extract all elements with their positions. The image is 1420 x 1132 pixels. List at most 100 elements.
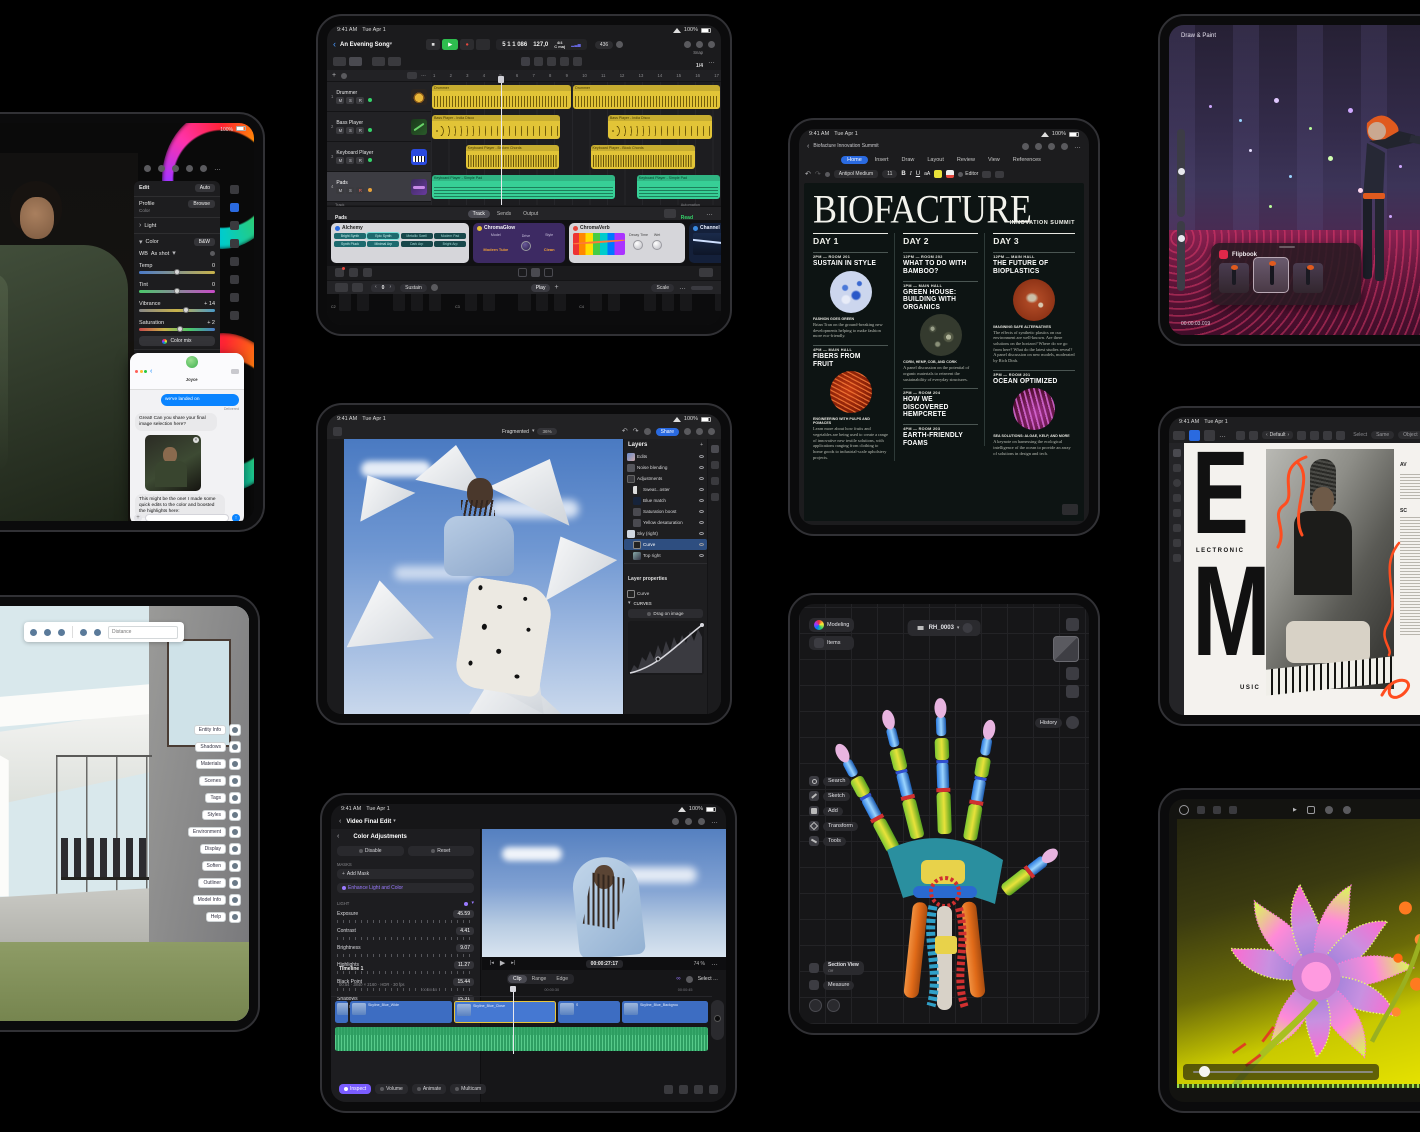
tab-insert[interactable]: Insert bbox=[869, 156, 895, 164]
back-icon[interactable]: ‹ bbox=[150, 368, 152, 375]
solo-button[interactable]: S bbox=[346, 127, 354, 134]
mixer-icon[interactable] bbox=[544, 268, 553, 277]
back-gallery-icon[interactable] bbox=[1173, 431, 1185, 440]
ellipse-tool-icon[interactable] bbox=[1173, 479, 1181, 487]
menu-icon[interactable] bbox=[1204, 430, 1215, 441]
stop-button[interactable]: ■ bbox=[426, 39, 440, 50]
piano-key-black[interactable] bbox=[357, 294, 369, 311]
layer-group-row[interactable]: Sky (right) bbox=[624, 528, 707, 539]
display-icon[interactable] bbox=[229, 843, 241, 855]
home-icon[interactable] bbox=[916, 623, 926, 633]
tab-references[interactable]: References bbox=[1007, 156, 1047, 164]
word-document[interactable]: BIOFACTURE INNOVATION SUMMIT DAY 1 2PM —… bbox=[804, 183, 1084, 521]
glue-tool-icon[interactable] bbox=[573, 57, 582, 66]
piano-key-black[interactable] bbox=[483, 294, 495, 311]
region-drummer-2[interactable]: Drummer bbox=[573, 85, 720, 109]
cloud-icon[interactable] bbox=[200, 165, 207, 172]
slider-contrast[interactable]: Contrast4.41 bbox=[331, 925, 480, 942]
styles-button[interactable]: Styles bbox=[202, 810, 226, 820]
preset-cell[interactable]: Synth Pluck bbox=[334, 241, 366, 247]
select-menu[interactable]: Select … bbox=[698, 976, 718, 982]
layer-row[interactable]: Top right bbox=[624, 550, 707, 561]
outliner-button[interactable]: Outliner bbox=[198, 878, 226, 888]
history-clock-icon[interactable] bbox=[1066, 716, 1079, 729]
tint-slider[interactable] bbox=[139, 290, 215, 293]
color-mix-button[interactable]: Color mix bbox=[139, 336, 215, 346]
piano-key-black[interactable] bbox=[680, 294, 692, 311]
axis-icon[interactable] bbox=[1066, 685, 1079, 698]
plugin-channeleq[interactable]: Channel EQ bbox=[689, 223, 721, 263]
pen-tool-icon[interactable] bbox=[1173, 509, 1181, 517]
tool-add[interactable]: Add bbox=[809, 806, 858, 816]
piano-key-black[interactable] bbox=[411, 294, 423, 311]
section-view-button[interactable]: Section ViewOff bbox=[809, 961, 864, 975]
layers-panel-icon[interactable] bbox=[711, 445, 719, 453]
drummer-instrument-icon[interactable] bbox=[411, 89, 427, 105]
overlay-icon[interactable] bbox=[709, 1085, 718, 1094]
poster-canvas[interactable]: E M LECTRONIC USIC AV SC bbox=[1184, 443, 1420, 715]
split-icon[interactable] bbox=[694, 1085, 703, 1094]
display-button[interactable]: Display bbox=[200, 844, 226, 854]
view-cube[interactable] bbox=[1053, 636, 1079, 662]
edit-icon[interactable] bbox=[230, 203, 239, 212]
plugin-chromaverb[interactable]: ChromaVerb Decay Time Wet bbox=[569, 223, 685, 263]
lock-icon[interactable] bbox=[431, 284, 438, 291]
layer-row[interactable]: Saturation boost bbox=[624, 506, 707, 517]
flipbook-panel[interactable]: Flipbook bbox=[1211, 243, 1361, 305]
piano-key-black[interactable] bbox=[715, 294, 721, 311]
share-icon[interactable] bbox=[1066, 618, 1079, 631]
message-photo-attachment[interactable]: × bbox=[145, 435, 201, 491]
next-frame-icon[interactable]: ▸| bbox=[511, 961, 515, 966]
visibility-icon[interactable] bbox=[699, 499, 704, 502]
record-enable-button[interactable]: R bbox=[356, 127, 364, 134]
style-value[interactable]: Clean bbox=[544, 247, 555, 252]
tab-track[interactable]: Track bbox=[468, 210, 490, 218]
timeline-name[interactable]: Timeline 1 bbox=[339, 966, 405, 972]
layer-row[interactable]: Blue match bbox=[624, 495, 707, 506]
send-button[interactable]: ↑ bbox=[232, 514, 240, 521]
same-button[interactable]: Same bbox=[1371, 431, 1394, 439]
remove-attachment-icon[interactable]: × bbox=[193, 437, 199, 443]
tab-range[interactable]: Range bbox=[527, 975, 552, 983]
solo-button[interactable]: S bbox=[346, 187, 354, 194]
traffic-lights[interactable] bbox=[135, 370, 147, 373]
move-tool-icon[interactable] bbox=[1173, 464, 1181, 472]
snap-control[interactable]: Snap1/4 bbox=[693, 51, 703, 71]
bullet-list-icon[interactable] bbox=[982, 171, 991, 178]
shadows-icon[interactable] bbox=[229, 741, 241, 753]
poster-lectronic[interactable]: LECTRONIC bbox=[1196, 548, 1245, 554]
temp-slider[interactable] bbox=[139, 271, 215, 274]
keyboard-more-icon[interactable]: … bbox=[679, 284, 686, 291]
piano-key-black[interactable] bbox=[518, 294, 530, 311]
render-camera-icon[interactable] bbox=[1179, 805, 1189, 815]
channeleq-power-icon[interactable] bbox=[693, 226, 698, 231]
soften-button[interactable]: Soften bbox=[202, 861, 226, 871]
play-icon[interactable]: ▶ bbox=[500, 960, 505, 967]
help-icon[interactable] bbox=[696, 41, 703, 48]
back-icon[interactable]: ‹ bbox=[339, 818, 341, 825]
project-title[interactable]: Video Final Edit bbox=[346, 819, 391, 825]
fc-audio-track[interactable] bbox=[335, 1027, 708, 1051]
share-icon[interactable] bbox=[672, 818, 679, 825]
preset-cell[interactable]: Modern Pad bbox=[434, 233, 466, 239]
tags-icon[interactable] bbox=[229, 792, 241, 804]
piano-key-black[interactable] bbox=[590, 294, 602, 311]
text-effects-button[interactable]: aA bbox=[924, 171, 930, 177]
items-button[interactable]: Items bbox=[809, 636, 854, 650]
poster-usic[interactable]: USIC bbox=[1240, 685, 1260, 691]
tracks-view-icon[interactable] bbox=[333, 57, 346, 66]
cpu-badge[interactable]: 436 bbox=[595, 41, 613, 49]
redo-icon[interactable]: ↷ bbox=[815, 171, 821, 178]
more-icon[interactable]: … bbox=[214, 165, 221, 172]
play-mode-button[interactable]: Play bbox=[531, 284, 551, 292]
healing-icon[interactable] bbox=[230, 239, 239, 248]
add-track-icon[interactable]: + bbox=[332, 72, 336, 79]
timeline-zoom[interactable]: 74 % bbox=[694, 961, 705, 967]
more-icon[interactable]: … bbox=[1074, 143, 1081, 150]
piano-key-black[interactable] bbox=[536, 294, 548, 311]
boolean-icon[interactable] bbox=[1336, 431, 1345, 440]
piano-key-black[interactable] bbox=[339, 294, 351, 311]
cycle-button[interactable] bbox=[476, 39, 490, 50]
crop-icon[interactable] bbox=[230, 275, 239, 284]
tool-tools[interactable]: Tools bbox=[809, 836, 858, 846]
